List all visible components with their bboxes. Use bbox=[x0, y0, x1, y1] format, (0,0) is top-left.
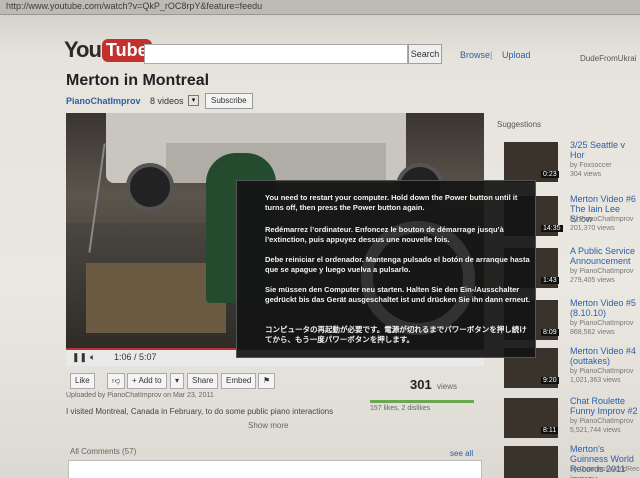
suggestion-views: 868,562 views bbox=[570, 329, 615, 336]
suggestion-duration: 1:43 bbox=[541, 277, 559, 284]
comments-title: All Comments (57) bbox=[70, 447, 137, 456]
restart-message-es: Debe reiniciar el ordenador. Mantenga pu… bbox=[265, 255, 530, 274]
restart-message-de: Sie müssen den Computer neu starten. Hal… bbox=[265, 285, 531, 304]
add-to-dropdown[interactable]: ▾ bbox=[170, 373, 185, 389]
comment-input[interactable] bbox=[68, 460, 482, 478]
videos-count: 8 videos bbox=[150, 96, 184, 106]
add-to-button[interactable]: + Add to bbox=[127, 373, 167, 389]
subscribe-button[interactable]: Subscribe bbox=[205, 93, 253, 109]
suggestion-views: 1,021,363 views bbox=[570, 377, 621, 384]
restart-message-en: You need to restart your computer. Hold … bbox=[265, 193, 518, 212]
restart-dialog: You need to restart your computer. Hold … bbox=[236, 180, 536, 358]
browser-address-bar[interactable]: http://www.youtube.com/watch?v=QkP_rOC8r… bbox=[0, 0, 640, 15]
suggestion-title[interactable]: Merton Video #4 (outtakes) bbox=[570, 346, 640, 366]
show-more-link[interactable]: Show more bbox=[248, 421, 288, 430]
see-all-link[interactable]: see all bbox=[450, 449, 473, 458]
suggestion-duration: 0:23 bbox=[541, 171, 559, 178]
suggestion-duration: 8:09 bbox=[541, 329, 559, 336]
suggestion-author: by PianoChatImprov bbox=[570, 216, 634, 223]
suggestion-item[interactable]: 8:11 Chat Roulette Funny Improv #2 by Pian… bbox=[496, 396, 640, 450]
time-display: 1:06 / 5:07 bbox=[114, 352, 157, 362]
like-button[interactable]: Like bbox=[70, 373, 95, 389]
suggestion-views: 279,405 views bbox=[570, 277, 615, 284]
upload-link[interactable]: Upload bbox=[502, 50, 531, 60]
suggestion-author: by Foxsoccer bbox=[570, 162, 612, 169]
suggestions-heading: Suggestions bbox=[497, 120, 542, 129]
likes-count: 157 likes, 2 dislikes bbox=[370, 405, 431, 412]
channel-link[interactable]: PianoChatImprov bbox=[66, 96, 141, 106]
suggestion-duration: 14:35 bbox=[541, 225, 563, 232]
page-title: Merton in Montreal bbox=[66, 72, 210, 89]
like-label: Like bbox=[75, 376, 90, 385]
share-button[interactable]: Share bbox=[187, 373, 219, 389]
browse-link[interactable]: Browse bbox=[460, 50, 490, 60]
suggestion-thumbnail[interactable] bbox=[504, 446, 558, 478]
suggestion-views: 201,370 views bbox=[570, 225, 615, 232]
suggestion-author: by GuinnessWorldRecords bbox=[570, 466, 640, 473]
view-count: 301 bbox=[410, 377, 432, 392]
flag-icon: ⚑ bbox=[263, 376, 271, 385]
youtube-logo[interactable]: You Tube bbox=[64, 37, 152, 62]
suggestion-author: by PianoChatImprov bbox=[570, 268, 634, 275]
search-button[interactable]: Search bbox=[408, 44, 442, 64]
suggestion-author: by PianoChatImprov bbox=[570, 320, 634, 327]
dislike-button[interactable]: 👎︎ bbox=[107, 373, 126, 389]
restart-message-fr: Redémarrez l’ordinateur. Enfoncez le bou… bbox=[265, 225, 504, 244]
uploaded-by: Uploaded by PianoChatImprov on Mar 23, 2… bbox=[66, 392, 214, 399]
suggestion-views: 5,521,744 views bbox=[570, 427, 621, 434]
suggestion-title[interactable]: A Public Service Announcement bbox=[570, 246, 640, 266]
flag-button[interactable]: ⚑ bbox=[258, 373, 276, 389]
volume-icon[interactable]: 🔈︎ bbox=[90, 352, 95, 363]
video-frame-piano bbox=[86, 263, 226, 333]
username[interactable]: DudeFromUkrai bbox=[580, 54, 636, 63]
suggestion-duration: 9:20 bbox=[541, 377, 559, 384]
url-text[interactable]: http://www.youtube.com/watch?v=QkP_rOC8r… bbox=[6, 1, 262, 11]
suggestion-duration: 8:11 bbox=[541, 427, 559, 434]
search-input[interactable] bbox=[144, 44, 408, 64]
suggestion-title[interactable]: Merton Video #5 (8.10.10) bbox=[570, 298, 640, 318]
suggestion-author: by PianoChatImprov bbox=[570, 418, 634, 425]
screen: http://www.youtube.com/watch?v=QkP_rOC8r… bbox=[0, 0, 640, 478]
nav-divider: | bbox=[490, 50, 493, 60]
dislike-icon: 👎︎ bbox=[112, 376, 121, 385]
suggestion-author: by PianoChatImprov bbox=[570, 368, 634, 375]
suggestion-item[interactable]: Merton's Guinness World Records 2011 imp… bbox=[496, 444, 640, 478]
restart-message-ja: コンピュータの再起動が必要です。電源が切れるまでパワーボタンを押し続けてから、も… bbox=[265, 325, 527, 344]
video-frame-wheel bbox=[126, 163, 174, 211]
embed-button[interactable]: Embed bbox=[221, 373, 257, 389]
video-description: I visited Montreal, Canada in February, … bbox=[66, 407, 334, 416]
views-label: views bbox=[437, 382, 458, 391]
suggestion-title[interactable]: 3/25 Seattle v Hor bbox=[570, 140, 640, 160]
dropdown-icon[interactable]: ▾ bbox=[188, 95, 199, 106]
suggestion-views: 304 views bbox=[570, 171, 602, 178]
video-frame-truck-cab bbox=[166, 143, 386, 183]
suggestion-title[interactable]: Chat Roulette Funny Improv #2 bbox=[570, 396, 640, 416]
chevron-down-icon: ▾ bbox=[175, 376, 180, 385]
pause-icon[interactable]: ❚❚ bbox=[72, 352, 87, 363]
logo-you: You bbox=[64, 37, 102, 62]
like-ratio-bar bbox=[370, 400, 474, 403]
